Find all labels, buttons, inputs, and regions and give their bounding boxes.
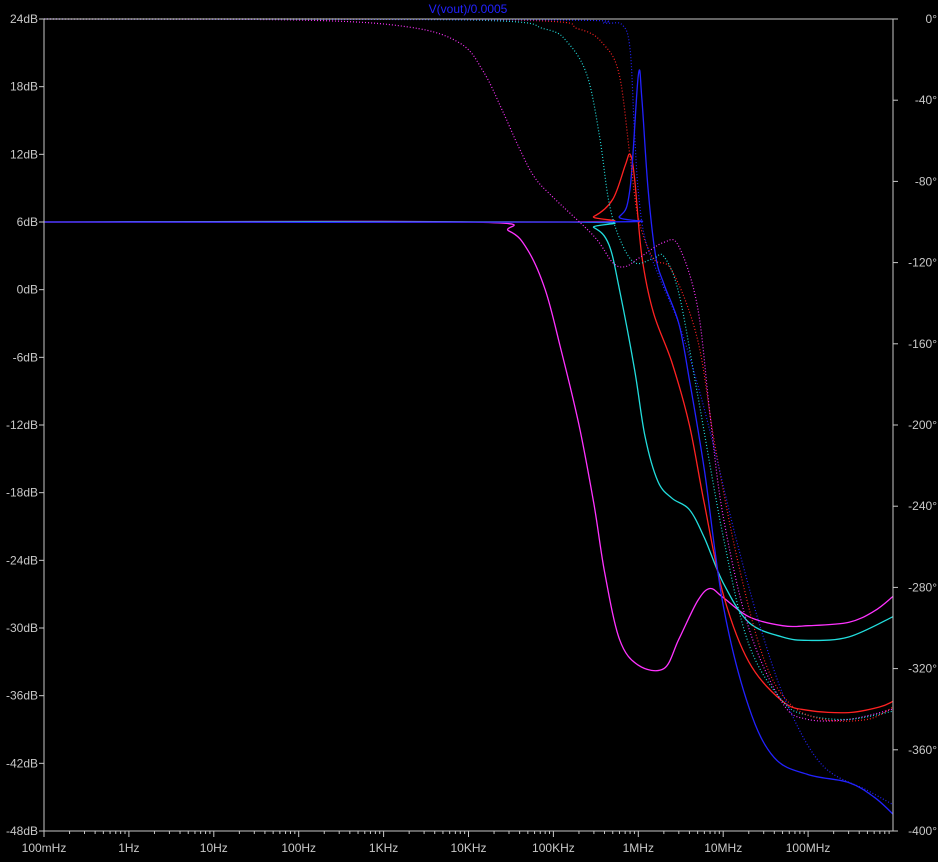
x-tick-label: 10KHz (450, 841, 486, 855)
left-tick-label: 24dB (10, 12, 38, 26)
left-tick-label: -24dB (6, 553, 38, 567)
left-tick-label: -12dB (6, 418, 38, 432)
right-tick-label: -280° (908, 580, 937, 594)
right-tick-label: -320° (908, 662, 937, 676)
right-tick-label: -360° (908, 743, 937, 757)
x-tick-label: 100mHz (22, 841, 67, 855)
right-tick-label: -160° (908, 337, 937, 351)
right-tick-label: -120° (908, 256, 937, 270)
x-tick-label: 100Hz (281, 841, 316, 855)
x-tick-label: 100KHz (532, 841, 575, 855)
x-tick-label: 10MHz (704, 841, 742, 855)
bode-plot: 24dB 18dB 12dB 6dB 0dB -6dB -12dB -18dB -24dB -30… (0, 0, 938, 857)
chart-title[interactable]: V(vout)/0.0005 (429, 2, 508, 16)
left-tick-label: 12dB (10, 147, 38, 161)
chart-svg: 24dB 18dB 12dB 6dB 0dB -6dB -12dB -18dB -24dB -30… (0, 0, 938, 857)
left-tick-label: -48dB (6, 824, 38, 838)
left-tick-label: -6dB (13, 350, 38, 364)
left-tick-label: -18dB (6, 486, 38, 500)
x-tick-label: 10Hz (200, 841, 228, 855)
x-tick-label: 100MHz (786, 841, 831, 855)
left-tick-label: -30dB (6, 621, 38, 635)
x-tick-label: 1MHz (623, 841, 654, 855)
x-tick-label: 1Hz (118, 841, 139, 855)
right-tick-label: 0° (926, 12, 938, 26)
right-tick-label: -240° (908, 499, 937, 513)
right-tick-label: -80° (915, 174, 937, 188)
left-tick-label: 6dB (17, 215, 38, 229)
right-tick-label: -400° (908, 824, 937, 838)
left-tick-label: -42dB (6, 756, 38, 770)
left-tick-label: -36dB (6, 689, 38, 703)
x-tick-label: 1KHz (369, 841, 398, 855)
right-tick-label: -40° (915, 93, 937, 107)
chart-background (0, 0, 938, 857)
left-tick-label: 0dB (17, 283, 38, 297)
right-tick-label: -200° (908, 418, 937, 432)
left-tick-label: 18dB (10, 80, 38, 94)
